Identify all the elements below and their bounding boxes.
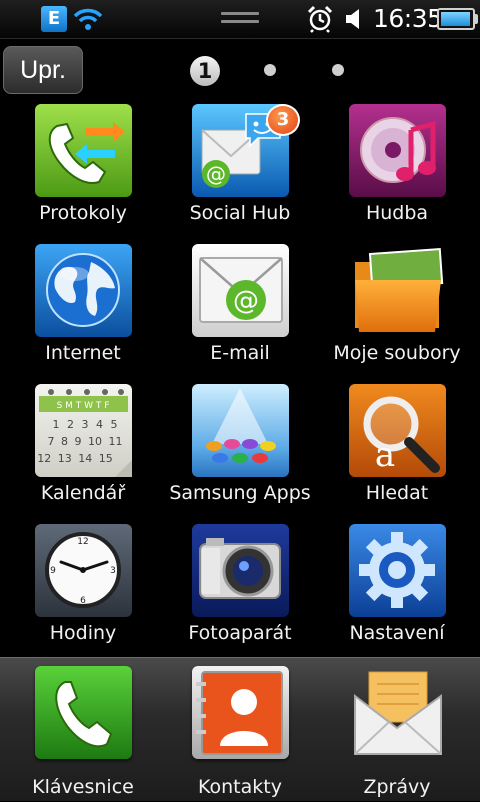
svg-text:@: @ [206,162,226,186]
globe-icon [35,244,132,337]
battery-icon [437,8,475,30]
svg-text:3: 3 [110,566,116,576]
music-icon [349,104,446,197]
app-label: Hledat [365,482,429,504]
app-nastaveni[interactable]: Nastavení [319,524,475,660]
contacts-icon [192,666,289,759]
app-protokoly[interactable]: Protokoly [5,104,161,240]
app-label: Social Hub [189,202,291,224]
phone-keypad-icon [35,666,132,759]
alarm-icon [307,5,333,33]
clock-icon: 12 3 6 9 [35,524,132,617]
app-moje-soubory[interactable]: Moje soubory [319,244,475,380]
app-label: Hodiny [49,622,117,644]
app-label: Protokoly [39,202,127,224]
battery-tip [474,14,478,24]
search-icon: a [349,384,446,477]
page-indicator[interactable]: 1 [0,56,480,86]
app-samsung-apps[interactable]: Samsung Apps [162,384,318,520]
volume-icon [346,9,359,29]
dock: Klávesnice Kontakty Zprávy [0,657,480,801]
status-bar[interactable]: E 16:35 [0,0,480,39]
app-fotoaparat[interactable]: Fotoaparát [162,524,318,660]
svg-text:12: 12 [77,537,88,547]
app-label: E-mail [210,342,270,364]
app-hudba[interactable]: Hudba [319,104,475,240]
call-log-icon [35,104,132,197]
svg-text:9: 9 [50,566,56,576]
samsung-apps-icon [192,384,289,477]
network-e-icon: E [41,6,67,32]
app-hodiny[interactable]: 12 3 6 9 Hodiny [5,524,161,660]
app-label: Samsung Apps [169,482,311,504]
notification-badge: 3 [266,104,300,136]
app-internet[interactable]: Internet [5,244,161,380]
calendar-row-2: 7 8 9 10 11 [48,435,123,448]
messages-icon [349,666,446,759]
clock-time: 16:35 [373,4,443,33]
app-label: Hudba [365,202,429,224]
page-dot-1[interactable]: 1 [190,56,220,86]
app-label: Zprávy [363,776,431,798]
page-dot-3[interactable] [332,64,344,76]
app-label: Klávesnice [32,776,134,798]
app-email[interactable]: @ E-mail [162,244,318,380]
email-icon: @ [192,244,289,337]
app-hledat[interactable]: a Hledat [319,384,475,520]
app-kalendar[interactable]: S M T W T F 1 2 3 4 5 7 8 9 10 11 12 13 … [5,384,161,520]
settings-gear-icon [349,524,446,617]
app-label: Fotoaparát [188,622,292,644]
dock-app-klavesnice[interactable]: Klávesnice [5,666,161,802]
wifi-icon [73,8,103,30]
app-label: Kalendář [40,482,126,504]
dock-app-kontakty[interactable]: Kontakty [162,666,318,802]
svg-text:6: 6 [80,596,86,606]
calendar-icon: S M T W T F 1 2 3 4 5 7 8 9 10 11 12 13 … [35,384,132,477]
notification-handle-icon[interactable] [221,12,259,26]
svg-text:a: a [375,435,395,475]
app-label: Moje soubory [333,342,461,364]
camera-icon [192,524,289,617]
app-label: Kontakty [198,776,282,798]
app-label: Internet [45,342,121,364]
calendar-weekdays: S M T W T F [57,401,110,411]
page-dot-2[interactable] [264,64,276,76]
calendar-row-1: 1 2 3 4 5 [53,418,118,431]
folder-icon [349,244,446,337]
calendar-row-3: 12 13 14 15 [37,452,112,465]
svg-text:@: @ [233,286,259,316]
app-label: Nastavení [349,622,445,644]
dock-app-zpravy[interactable]: Zprávy [319,666,475,802]
